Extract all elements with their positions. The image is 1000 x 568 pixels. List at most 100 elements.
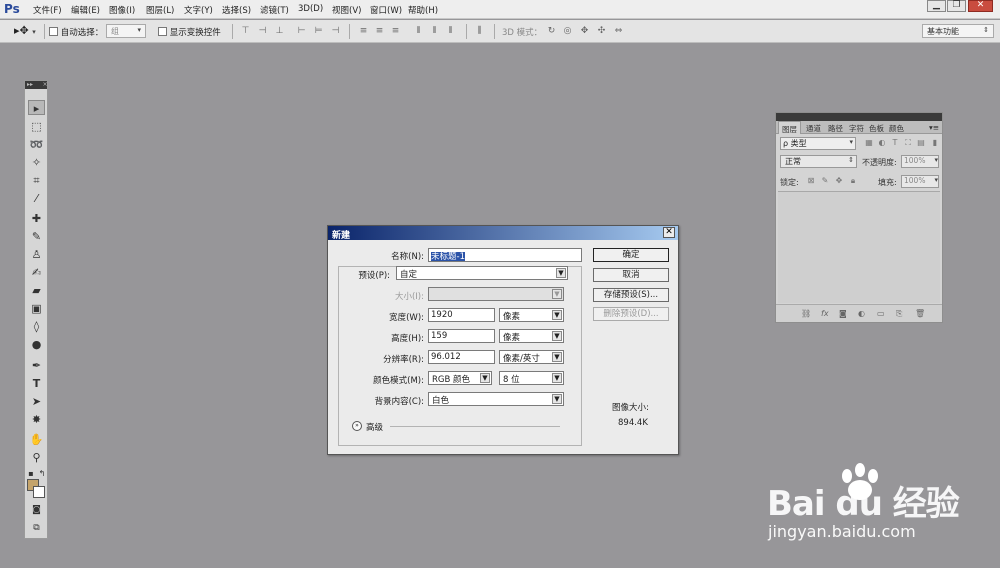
filter-smart-icon[interactable]: ▤ [916,138,926,148]
link-layers-icon[interactable]: ⛓ [801,309,811,318]
save-preset-button[interactable]: 存储预设(S)... [593,288,669,302]
quick-select-tool-icon[interactable]: ✧ [28,155,45,170]
move-tool-icon[interactable]: ▸ [28,100,45,115]
hand-tool-icon[interactable]: ✋ [28,432,45,447]
new-group-icon[interactable]: ▭ [877,309,885,318]
auto-select-checkbox[interactable] [49,27,58,36]
align-hcenter-icon[interactable]: ⊨ [313,26,324,36]
toolbox-header[interactable]: ▸▸ × [25,81,48,89]
menu-edit[interactable]: 编辑(E) [71,4,100,16]
distribute-left-icon[interactable]: ⫴ [413,26,424,36]
distribute-bottom-icon[interactable]: ≡ [390,26,401,36]
lock-all-icon[interactable]: 🔒︎ [848,176,858,186]
align-top-icon[interactable]: ⊤ [240,26,251,36]
menu-filter[interactable]: 滤镜(T) [260,4,289,16]
blend-mode-select[interactable]: 正常 ⇕ [780,155,857,168]
pen-tool-icon[interactable]: ✒ [28,358,45,373]
panel-header[interactable] [776,113,942,121]
auto-select-target-select[interactable]: 组 ▾ [106,24,146,38]
auto-align-icon[interactable]: ⫼ [474,26,485,36]
tab-channels[interactable]: 通道 [806,123,821,134]
3d-roll-icon[interactable]: ◎ [562,26,573,36]
close-icon[interactable]: ✕ [663,227,675,238]
filter-toggle-icon[interactable]: ▮ [930,138,940,148]
tab-character[interactable]: 字符 [849,123,864,134]
align-left-icon[interactable]: ⊢ [296,26,307,36]
eraser-tool-icon[interactable]: ▰ [28,283,45,298]
panel-menu-icon[interactable]: ▾≡ [929,123,939,132]
3d-scale-icon[interactable]: ⇔ [613,26,624,36]
brush-tool-icon[interactable]: ✎ [28,229,45,244]
menu-type[interactable]: 文字(Y) [184,4,213,16]
path-select-tool-icon[interactable]: ➤ [28,394,45,409]
screen-mode-icon[interactable]: ⧉ [28,521,45,536]
tab-swatches[interactable]: 色板 [869,123,884,134]
crop-tool-icon[interactable]: ⌗ [28,173,45,188]
lock-pixels-icon[interactable]: ✎ [820,176,830,186]
move-tool-icon[interactable]: ▸✥ ▾ [14,24,36,37]
opacity-field[interactable]: 100% ▾ [901,155,939,168]
menu-window[interactable]: 窗口(W) [370,4,402,16]
resolution-field[interactable]: 96.012 [428,350,495,364]
marquee-tool-icon[interactable]: ⬚ [28,119,45,134]
healing-brush-tool-icon[interactable]: ✚ [28,211,45,226]
width-field[interactable]: 1920 [428,308,495,322]
height-unit-select[interactable]: 像素 ▼ [499,329,564,343]
distribute-top-icon[interactable]: ≡ [358,26,369,36]
menu-file[interactable]: 文件(F) [33,4,62,16]
tab-color[interactable]: 颜色 [889,123,904,134]
blur-tool-icon[interactable]: ◊ [28,319,45,334]
menu-view[interactable]: 视图(V) [332,4,361,16]
auto-select-option[interactable]: 自动选择： [49,26,103,38]
show-transform-option[interactable]: 显示变换控件 [158,26,221,38]
background-select[interactable]: 白色 ▼ [428,392,564,406]
restore-button[interactable]: ❐ [947,0,966,12]
show-transform-checkbox[interactable] [158,27,167,36]
shape-tool-icon[interactable]: ✸ [28,412,45,427]
layer-style-icon[interactable]: fx [821,309,829,318]
name-field[interactable]: 未标题-1 [428,248,582,262]
adjustment-layer-icon[interactable]: ◐ [858,309,865,318]
filter-type-icon[interactable]: T [890,138,900,148]
distribute-vcenter-icon[interactable]: ≡ [374,26,385,36]
cancel-button[interactable]: 取消 [593,268,669,282]
menu-help[interactable]: 帮助(H) [408,4,438,16]
align-vcenter-icon[interactable]: ⊣ [257,26,268,36]
menu-image[interactable]: 图像(I) [109,4,135,16]
lock-position-icon[interactable]: ✥ [834,176,844,186]
dodge-tool-icon[interactable]: ● [28,337,45,352]
gradient-tool-icon[interactable]: ▣ [28,301,45,316]
history-brush-tool-icon[interactable]: ✍ [28,265,45,280]
3d-slide-icon[interactable]: ✣ [596,26,607,36]
menu-select[interactable]: 选择(S) [222,4,251,16]
close-window-button[interactable]: ✕ [968,0,993,12]
layers-list[interactable] [778,191,940,303]
workspace-select[interactable]: 基本功能 ⇕ [922,24,994,38]
filter-pixel-icon[interactable]: ▦ [864,138,874,148]
lock-transparent-icon[interactable]: ⊠ [806,176,816,186]
resolution-unit-select[interactable]: 像素/英寸 ▼ [499,350,564,364]
add-mask-icon[interactable]: ◙ [839,309,847,318]
new-layer-icon[interactable]: ⎘ [896,309,902,319]
menu-layer[interactable]: 图层(L) [146,4,174,16]
zoom-tool-icon[interactable]: ⚲ [28,450,45,465]
distribute-hcenter-icon[interactable]: ⫴ [429,26,440,36]
expand-advanced-icon[interactable]: » [352,421,362,431]
3d-rotate-icon[interactable]: ↻ [546,26,557,36]
delete-layer-icon[interactable]: 🗑︎ [915,309,925,318]
clone-stamp-tool-icon[interactable]: ♙ [28,247,45,262]
filter-shape-icon[interactable]: ⛶ [903,138,913,148]
distribute-right-icon[interactable]: ⫴ [445,26,456,36]
tab-layers[interactable]: 图层 [778,121,801,134]
quick-mask-icon[interactable]: ◙ [28,503,45,518]
eyedropper-tool-icon[interactable]: ⁄ [28,191,45,206]
layer-filter-select[interactable]: ρ 类型 ▾ [780,137,856,150]
ok-button[interactable]: 确定 [593,248,669,262]
type-tool-icon[interactable]: T [28,376,45,391]
width-unit-select[interactable]: 像素 ▼ [499,308,564,322]
height-field[interactable]: 159 [428,329,495,343]
bit-depth-select[interactable]: 8 位 ▼ [499,371,564,385]
align-right-icon[interactable]: ⊣ [330,26,341,36]
lasso-tool-icon[interactable]: ➿ [28,137,45,152]
dialog-title-bar[interactable]: 新建 ✕ [328,226,678,241]
